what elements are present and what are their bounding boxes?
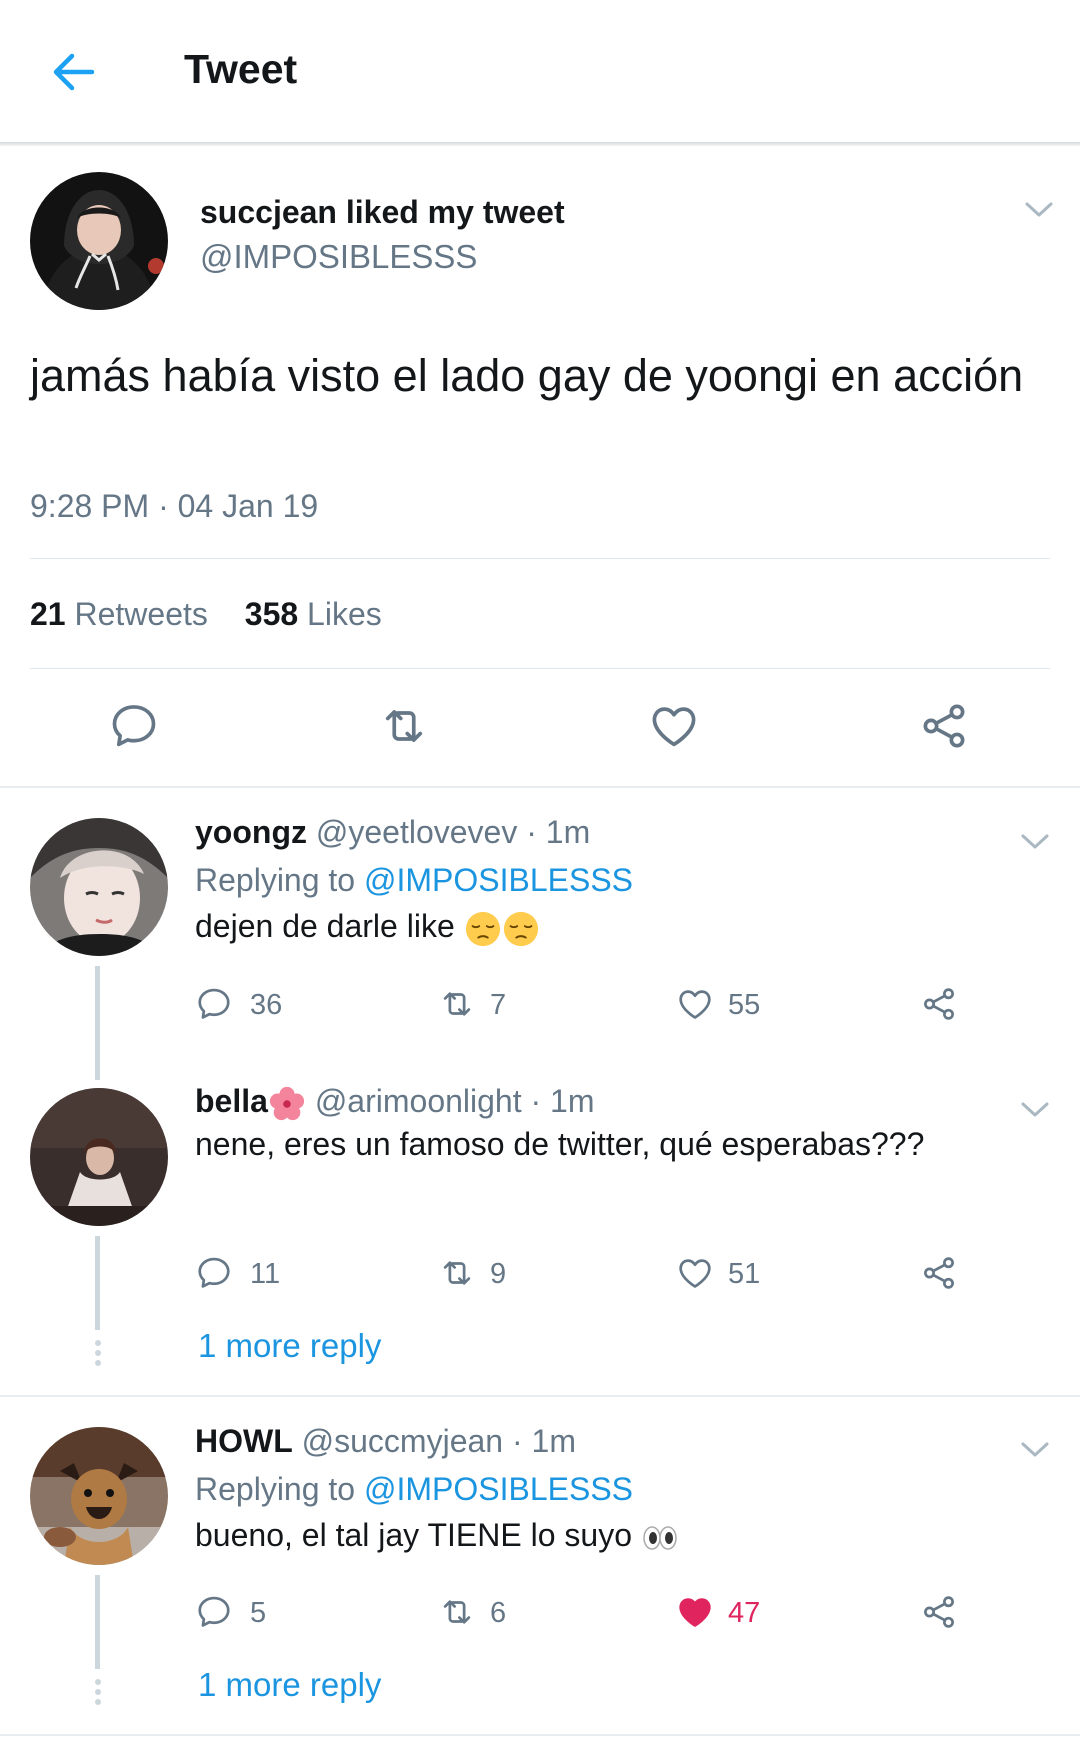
- retweet-count: 7: [490, 989, 507, 1021]
- reply-handle-time: @succmyjean · 1m: [301, 1423, 576, 1459]
- chevron-down-icon[interactable]: [1020, 832, 1050, 852]
- thread-line: [95, 966, 100, 1080]
- reply-icon[interactable]: [108, 700, 160, 752]
- reply-icon[interactable]: [195, 1254, 233, 1292]
- retweets-label: Retweets: [74, 596, 208, 632]
- thread-dot: [95, 1699, 101, 1705]
- section-divider: [0, 786, 1080, 788]
- thread-dot: [95, 1360, 101, 1366]
- retweets-count: 21: [30, 596, 66, 632]
- share-icon[interactable]: [918, 700, 970, 752]
- reply-count: 11: [250, 1258, 281, 1290]
- reply-text: dejen de darle like: [195, 908, 455, 944]
- retweet-icon[interactable]: [438, 985, 476, 1023]
- share-icon[interactable]: [920, 1593, 958, 1631]
- retweets-stat[interactable]: 21 Retweets: [30, 596, 208, 632]
- section-divider: [0, 1395, 1080, 1397]
- reply-header: HOWL @succmyjean · 1m: [195, 1423, 576, 1460]
- replying-to-mention[interactable]: @IMPOSIBLESSS: [364, 862, 633, 898]
- thread-line: [95, 1575, 100, 1669]
- thread-line: [95, 1236, 100, 1330]
- divider: [30, 558, 1050, 559]
- thread-dot: [95, 1679, 101, 1685]
- more-replies-link[interactable]: 1 more reply: [198, 1327, 381, 1365]
- reply-text-row: bueno, el tal jay TIENE lo suyo: [195, 1517, 679, 1554]
- reply-icon[interactable]: [195, 1593, 233, 1631]
- pensive-face-emoji: [464, 910, 502, 948]
- like-count: 55: [728, 989, 761, 1021]
- likes-label: Likes: [307, 596, 382, 632]
- replying-to: Replying to @IMPOSIBLESSS: [195, 862, 633, 899]
- reply-icon[interactable]: [195, 985, 233, 1023]
- more-replies-link[interactable]: 1 more reply: [198, 1666, 381, 1704]
- top-bar: [0, 0, 1080, 143]
- reply-author-name[interactable]: HOWL: [195, 1423, 293, 1459]
- share-icon[interactable]: [920, 1254, 958, 1292]
- share-icon[interactable]: [920, 985, 958, 1023]
- reply-header: yoongz @yeetlovevev · 1m: [195, 814, 590, 851]
- reply-header: bella @arimoonlight · 1m: [195, 1083, 595, 1123]
- author-avatar[interactable]: [30, 172, 168, 310]
- thread-dot: [95, 1340, 101, 1346]
- back-arrow-icon[interactable]: [48, 48, 98, 96]
- reply-count: 36: [250, 989, 283, 1021]
- author-name[interactable]: succjean liked my tweet: [200, 194, 565, 231]
- page-title: Tweet: [184, 46, 298, 92]
- pensive-face-emoji: [502, 910, 540, 948]
- retweet-icon[interactable]: [438, 1593, 476, 1631]
- replying-to-prefix: Replying to: [195, 1471, 356, 1507]
- reply-text: nene, eres un famoso de twitter, qué esp…: [195, 1126, 925, 1162]
- chevron-down-icon[interactable]: [1020, 1440, 1050, 1460]
- tweet-stats: 21 Retweets 358 Likes: [30, 596, 382, 633]
- reply-text-row: dejen de darle like: [195, 908, 540, 948]
- chevron-down-icon[interactable]: [1020, 1100, 1050, 1120]
- hibiscus-emoji: [268, 1085, 306, 1123]
- retweet-icon[interactable]: [378, 700, 430, 752]
- divider: [30, 668, 1050, 669]
- replying-to-mention[interactable]: @IMPOSIBLESSS: [364, 1471, 633, 1507]
- author-handle[interactable]: @IMPOSIBLESSS: [200, 238, 477, 276]
- reply-count: 5: [250, 1597, 267, 1629]
- replying-to-prefix: Replying to: [195, 862, 356, 898]
- chevron-down-icon[interactable]: [1024, 200, 1054, 220]
- likes-stat[interactable]: 358 Likes: [245, 596, 382, 632]
- like-count: 47: [728, 1597, 761, 1629]
- tweet-text: jamás había visto el lado gay de yoongi …: [30, 350, 1024, 401]
- replying-to: Replying to @IMPOSIBLESSS: [195, 1471, 633, 1508]
- reply-avatar[interactable]: [30, 1427, 168, 1565]
- thread-dot: [95, 1350, 101, 1356]
- retweet-icon[interactable]: [438, 1254, 476, 1292]
- reply-avatar[interactable]: [30, 1088, 168, 1226]
- like-icon[interactable]: [676, 1254, 714, 1292]
- reply-text: bueno, el tal jay TIENE lo suyo: [195, 1517, 632, 1553]
- header-divider: [0, 142, 1080, 146]
- like-icon[interactable]: [648, 700, 700, 752]
- eyes-emoji: [641, 1523, 679, 1553]
- section-divider: [0, 1734, 1080, 1736]
- retweet-count: 6: [490, 1597, 507, 1629]
- retweet-count: 9: [490, 1258, 507, 1290]
- reply-handle-time: @yeetlovevev · 1m: [315, 814, 591, 850]
- thread-dot: [95, 1689, 101, 1695]
- reply-avatar[interactable]: [30, 818, 168, 956]
- tweet-timestamp: 9:28 PM · 04 Jan 19: [30, 488, 319, 524]
- reply-author-name[interactable]: bella: [195, 1083, 268, 1119]
- liked-heart-icon[interactable]: [676, 1593, 714, 1631]
- like-count: 51: [728, 1258, 761, 1290]
- reply-author-name[interactable]: yoongz: [195, 814, 307, 850]
- likes-count: 358: [244, 596, 299, 632]
- reply-handle-time: @arimoonlight · 1m: [314, 1083, 595, 1119]
- like-icon[interactable]: [676, 985, 714, 1023]
